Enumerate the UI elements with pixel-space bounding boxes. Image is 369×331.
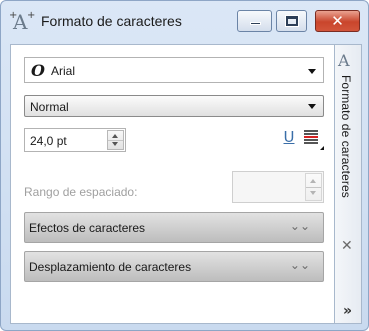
minimize-icon (250, 22, 261, 25)
expand-chevron-icon: ⌄⌄ (289, 258, 310, 272)
strikethrough-line (304, 133, 318, 135)
character-effects-section[interactable]: Efectos de caracteres ⌄⌄ (24, 212, 324, 243)
font-size-input[interactable]: 24,0 pt (24, 128, 126, 152)
opentype-font-icon: O (31, 61, 45, 80)
character-format-panel: O Arial Normal 24,0 pt U Rango de espaci… (10, 44, 335, 324)
spinner-divider (108, 140, 123, 141)
spinner-divider (306, 187, 321, 188)
more-icon[interactable]: » (343, 303, 352, 319)
strikethrough-button[interactable] (302, 128, 324, 150)
underline-button[interactable]: U (279, 128, 299, 150)
spacing-spinner (305, 173, 322, 201)
character-offset-section[interactable]: Desplazamiento de caracteres ⌄⌄ (24, 251, 324, 282)
window-title: Formato de caracteres (41, 13, 182, 29)
character-format-icon: A + + (9, 10, 36, 34)
close-button[interactable]: ✕ (315, 10, 360, 32)
side-tab[interactable]: A Formato de caracteres ✕ » (335, 44, 362, 324)
spacing-range-label: Rango de espaciado: (24, 185, 138, 199)
spin-up-icon[interactable] (112, 134, 118, 138)
section-label: Efectos de caracteres (29, 221, 146, 235)
character-format-window: A + + Formato de caracteres ✕ O Arial Norm… (0, 0, 369, 331)
chevron-down-icon (308, 104, 316, 109)
font-family-combo[interactable]: O Arial (24, 57, 324, 83)
font-size-value: 24,0 pt (30, 134, 67, 148)
spacing-range-input (232, 171, 324, 203)
spin-down-icon (310, 191, 316, 195)
character-format-icon: A (338, 51, 350, 70)
font-style-value: Normal (30, 100, 69, 114)
strikethrough-red-line (304, 136, 318, 138)
font-style-select[interactable]: Normal (24, 95, 324, 117)
side-tab-label: Formato de caracteres (339, 75, 353, 198)
spin-up-icon (310, 179, 316, 183)
section-label: Desplazamiento de caracteres (29, 260, 192, 274)
title-bar[interactable]: A + + Formato de caracteres ✕ (1, 1, 368, 41)
maximize-icon (285, 15, 299, 27)
maximize-button[interactable] (276, 10, 307, 32)
spin-down-icon[interactable] (112, 142, 118, 146)
strikethrough-icon (304, 130, 318, 132)
close-tab-icon[interactable]: ✕ (341, 238, 353, 254)
close-icon: ✕ (331, 12, 344, 30)
font-size-spinner[interactable] (107, 130, 124, 150)
font-family-value: Arial (51, 64, 76, 78)
dropdown-corner-icon (320, 146, 324, 150)
minimize-button[interactable] (237, 10, 272, 32)
strikethrough-line (304, 139, 318, 141)
expand-chevron-icon: ⌄⌄ (289, 219, 310, 233)
strikethrough-line (304, 142, 318, 144)
chevron-down-icon (308, 69, 316, 74)
